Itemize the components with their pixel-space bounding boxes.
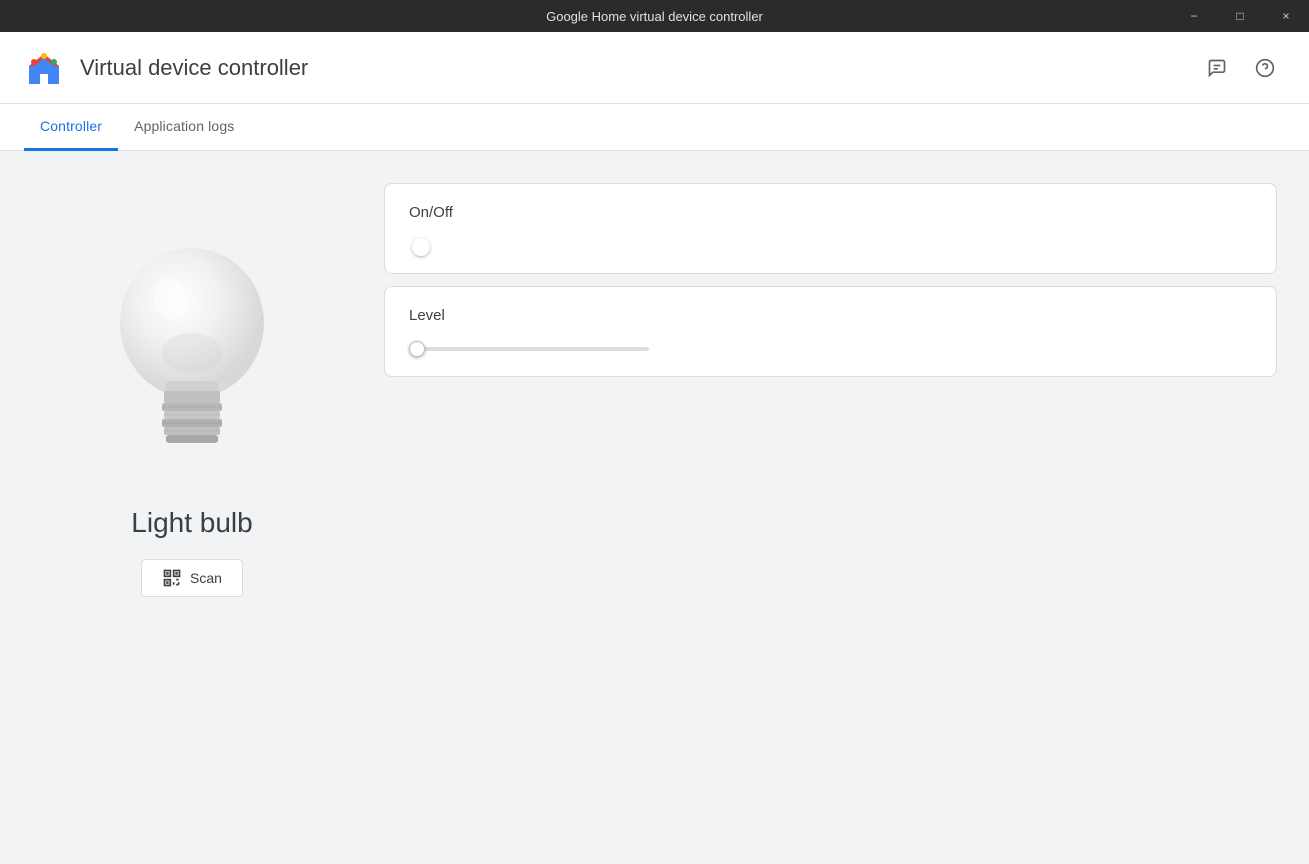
tabs-bar: Controller Application logs: [0, 104, 1309, 151]
tab-controller[interactable]: Controller: [24, 104, 118, 151]
chat-icon-button[interactable]: [1197, 48, 1237, 88]
left-panel: Light bulb Scan: [32, 183, 352, 832]
device-name: Light bulb: [131, 507, 252, 539]
help-icon-button[interactable]: [1245, 48, 1285, 88]
on-off-card: On/Off: [384, 183, 1277, 274]
title-bar-controls: − □ ×: [1171, 0, 1309, 32]
bulb-image-container: [67, 223, 317, 483]
chat-icon: [1207, 58, 1227, 78]
app-header: Virtual device controller: [0, 32, 1309, 104]
level-label: Level: [409, 307, 1252, 324]
help-icon: [1255, 58, 1275, 78]
scan-button-label: Scan: [190, 570, 222, 586]
app-title: Virtual device controller: [80, 55, 308, 81]
scan-button[interactable]: Scan: [141, 559, 243, 597]
qr-code-icon: [162, 568, 182, 588]
header-actions: [1197, 48, 1285, 88]
app-logo: [24, 48, 64, 88]
maximize-button[interactable]: □: [1217, 0, 1263, 32]
level-card: Level: [384, 286, 1277, 377]
tab-application-logs[interactable]: Application logs: [118, 104, 250, 151]
title-bar: Google Home virtual device controller − …: [0, 0, 1309, 32]
right-panel: On/Off Level: [384, 183, 1277, 832]
toggle-thumb: [412, 238, 430, 256]
title-bar-title: Google Home virtual device controller: [546, 9, 763, 24]
minimize-button[interactable]: −: [1171, 0, 1217, 32]
close-button[interactable]: ×: [1263, 0, 1309, 32]
main-content: Light bulb Scan On/Off: [0, 151, 1309, 864]
level-slider[interactable]: [409, 347, 649, 351]
on-off-label: On/Off: [409, 204, 1252, 221]
light-bulb-image: [92, 233, 292, 473]
